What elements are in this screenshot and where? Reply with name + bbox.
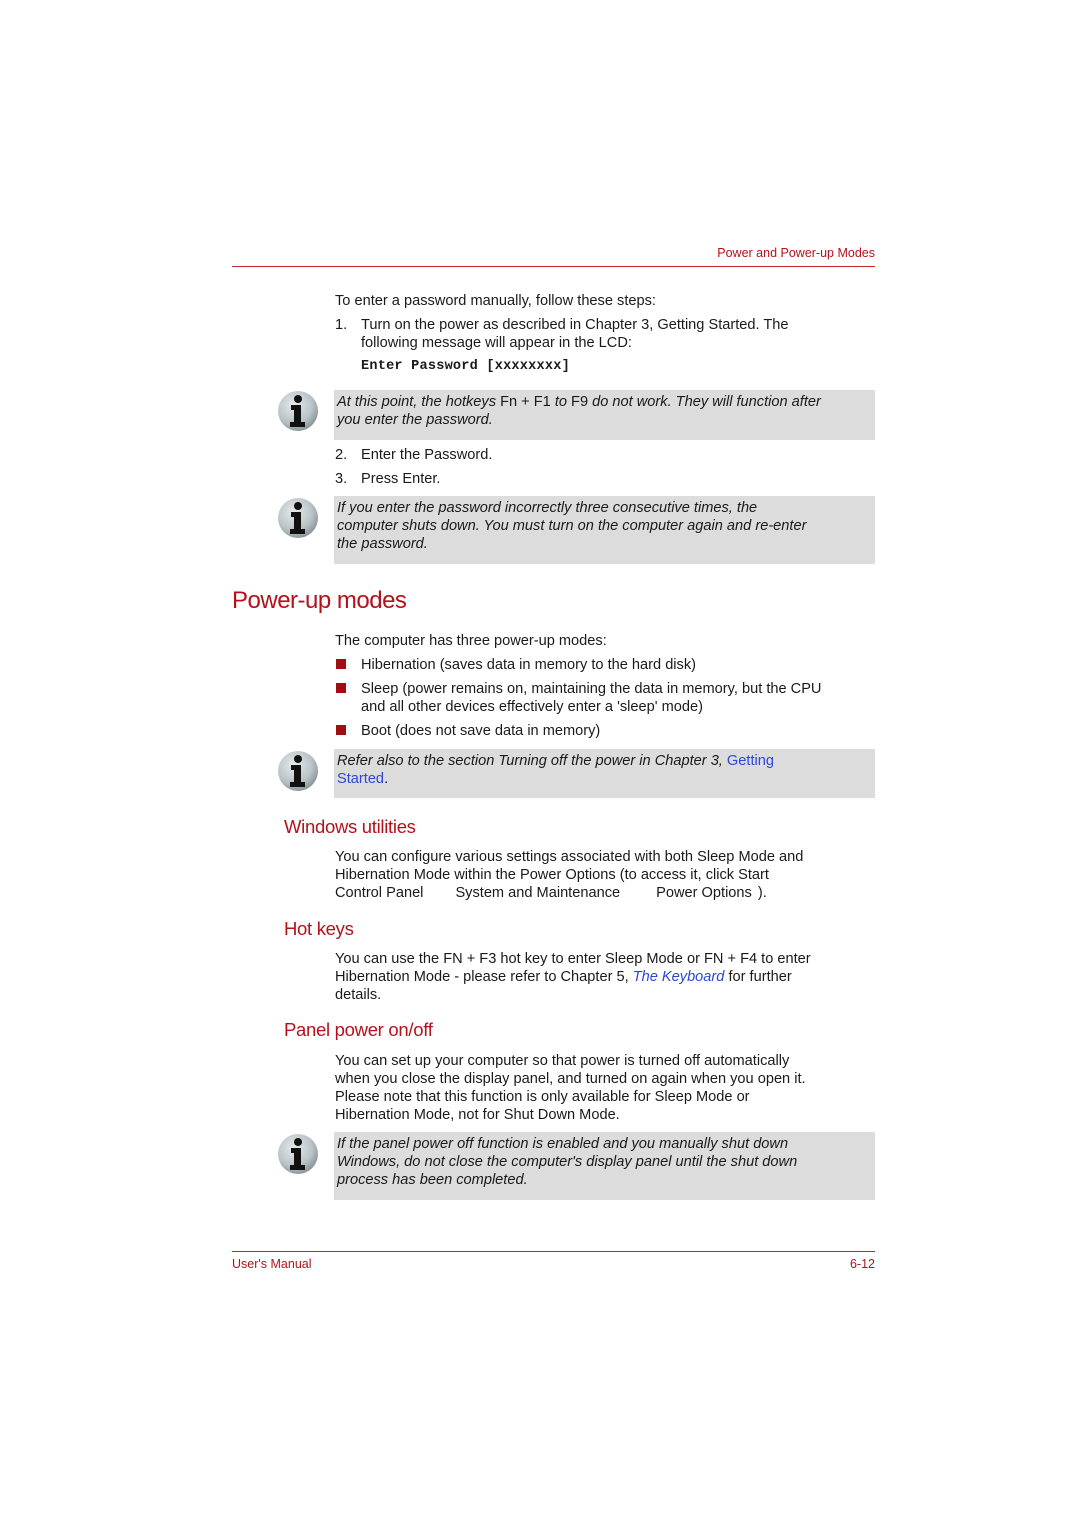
step-number: 3. — [335, 471, 348, 487]
step-1-text: Turn on the power as described in Chapte… — [361, 316, 881, 352]
info-icon — [278, 391, 318, 431]
square-bullet-icon — [336, 683, 346, 693]
header-rule — [232, 266, 875, 267]
paragraph-line: You can set up your computer so that pow… — [335, 1053, 790, 1069]
step-1-line: following message will appear in the LCD… — [361, 335, 632, 351]
subsection-heading-panel-power: Panel power on/off — [284, 1019, 433, 1040]
path-system-maintenance: System and Maintenance — [455, 885, 621, 901]
page-number: 6-12 — [849, 1257, 875, 1271]
footer-rule — [232, 1251, 875, 1252]
hot-keys-text: You can use the FN + F3 hot key to enter… — [335, 950, 880, 1004]
windows-utilities-text: You can configure various settings assoc… — [335, 848, 880, 902]
paragraph-line: You can configure various settings assoc… — [335, 849, 804, 865]
step-number: 2. — [335, 447, 348, 463]
paragraph-line: details. — [335, 987, 382, 1003]
note-line: Started. — [337, 771, 389, 787]
power-up-intro: The computer has three power-up modes: — [335, 633, 607, 649]
getting-started-link[interactable]: Started — [337, 771, 384, 787]
paragraph-line: You can use the FN + F3 hot key to enter… — [335, 951, 811, 967]
step-3-text: Press Enter. — [361, 471, 441, 487]
bullet-item: Hibernation (saves data in memory to the… — [361, 657, 697, 673]
menu-path: Control Panel System and Maintenance Power… — [335, 885, 767, 901]
square-bullet-icon — [336, 659, 346, 669]
note-hotkeys: At this point, the hotkeys Fn + F1 to F9… — [334, 390, 875, 440]
note-line: Refer also to the section Turning off th… — [337, 753, 774, 769]
bullet-line: and all other devices effectively enter … — [361, 699, 703, 715]
paragraph-line: when you close the display panel, and tu… — [335, 1071, 806, 1087]
paragraph-line: Hibernation Mode - please refer to Chapt… — [335, 969, 792, 985]
section-heading-power-up-modes: Power-up modes — [232, 587, 407, 614]
bullet-line: Sleep (power remains on, maintaining the… — [361, 681, 822, 697]
bullet-item: Sleep (power remains on, maintaining the… — [361, 680, 881, 716]
paragraph-line: Hibernation Mode, not for Shut Down Mode… — [335, 1107, 620, 1123]
path-control-panel: Control Panel — [335, 885, 424, 901]
bullet-item: Boot (does not save data in memory) — [361, 723, 601, 739]
info-icon — [278, 751, 318, 791]
footer-manual-title: User's Manual — [232, 1257, 312, 1271]
note-turning-off: Refer also to the section Turning off th… — [334, 749, 875, 798]
password-intro: To enter a password manually, follow the… — [335, 293, 656, 309]
step-1-line: Turn on the power as described in Chapte… — [361, 317, 789, 333]
getting-started-link[interactable]: Getting — [727, 753, 774, 769]
step-2-text: Enter the Password. — [361, 447, 493, 463]
path-power-options: Power Options — [656, 885, 752, 901]
the-keyboard-link[interactable]: The Keyboard — [633, 969, 725, 985]
subsection-heading-windows-utilities: Windows utilities — [284, 816, 416, 837]
panel-power-text: You can set up your computer so that pow… — [335, 1052, 880, 1124]
subsection-heading-hot-keys: Hot keys — [284, 918, 354, 939]
info-icon — [278, 498, 318, 538]
running-header: Power and Power-up Modes — [717, 246, 875, 260]
square-bullet-icon — [336, 725, 346, 735]
note-line: If the panel power off function is enabl… — [337, 1136, 789, 1152]
note-line: the password. — [337, 536, 428, 552]
step-number: 1. — [335, 317, 348, 333]
note-line: you enter the password. — [337, 412, 493, 428]
paragraph-line: Hibernation Mode within the Power Option… — [335, 867, 769, 883]
note-line: If you enter the password incorrectly th… — [337, 500, 758, 516]
paragraph-line: Please note that this function is only a… — [335, 1089, 750, 1105]
note-incorrect-password: If you enter the password incorrectly th… — [334, 496, 875, 564]
note-line: At this point, the hotkeys Fn + F1 to F9… — [337, 394, 821, 410]
lcd-message: Enter Password [xxxxxxxx] — [361, 359, 570, 374]
info-icon — [278, 1134, 318, 1174]
note-panel-power-off: If the panel power off function is enabl… — [334, 1132, 875, 1200]
note-line: computer shuts down. You must turn on th… — [337, 518, 807, 534]
note-line: process has been completed. — [337, 1172, 528, 1188]
note-line: Windows, do not close the computer's dis… — [337, 1154, 798, 1170]
